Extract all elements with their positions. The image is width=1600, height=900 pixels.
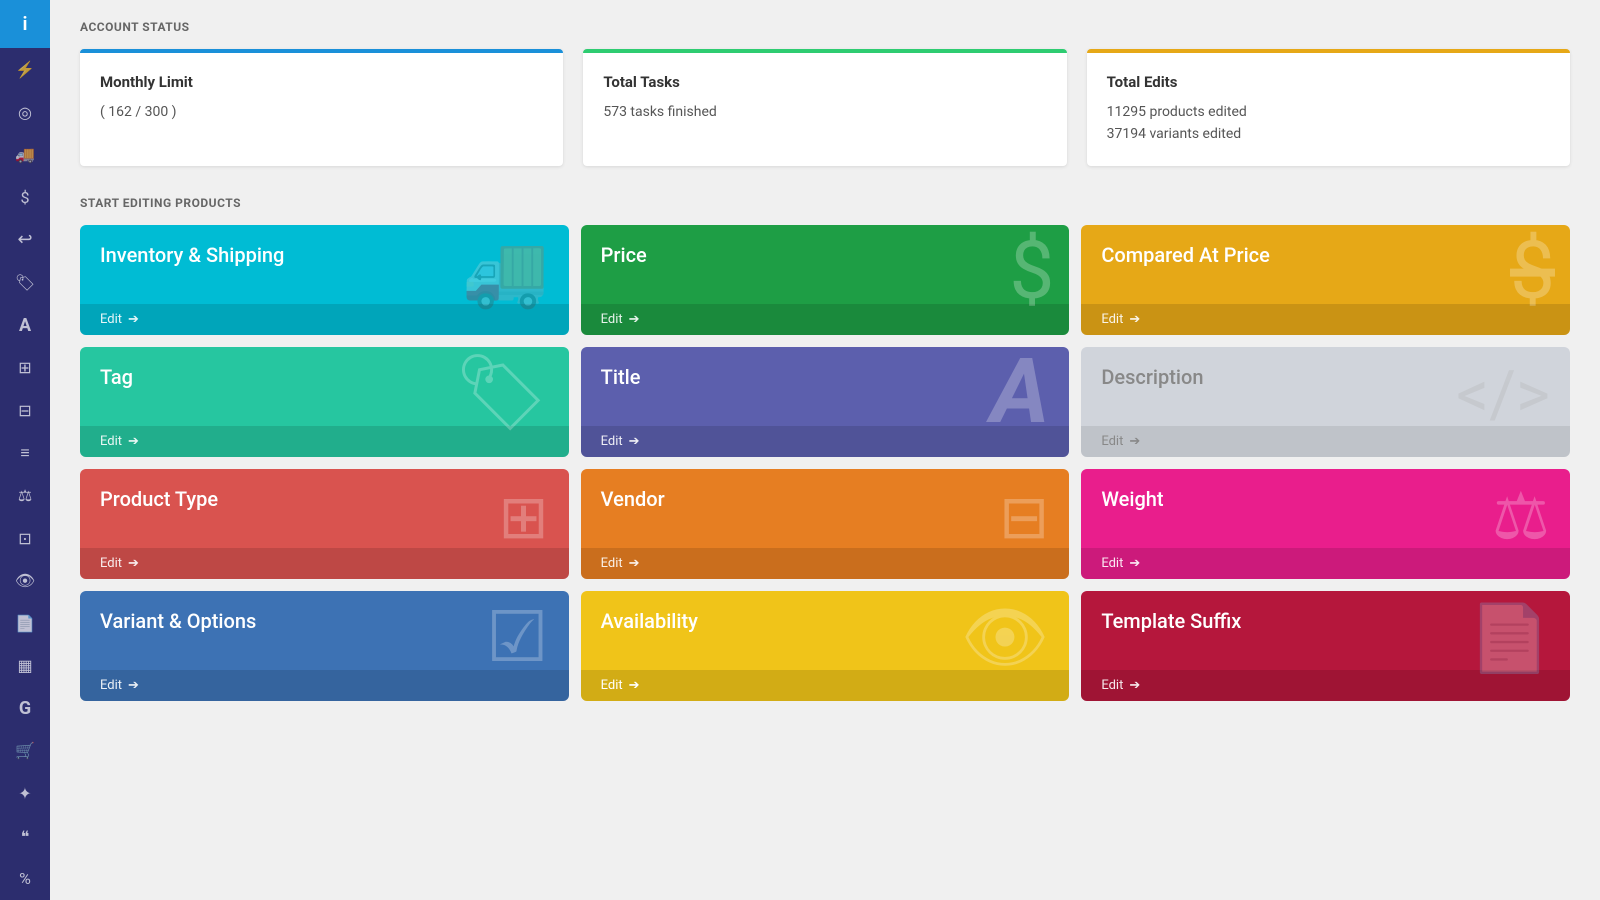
compared-price-footer[interactable]: Edit ➔ — [1081, 304, 1570, 335]
price-card[interactable]: Price $ Edit ➔ — [581, 225, 1070, 335]
price-icon: $ — [1009, 225, 1054, 318]
total-edits-line1: 11295 products edited — [1107, 101, 1550, 123]
sidebar-item-grid[interactable]: ⊞ — [0, 346, 50, 389]
total-edits-card: Total Edits 11295 products edited 37194 … — [1087, 49, 1570, 166]
variant-arrow: ➔ — [128, 678, 139, 693]
sidebar-item-sparkle[interactable]: ✦ — [0, 772, 50, 815]
editing-header: START EDITING PRODUCTS — [80, 196, 1570, 210]
description-card[interactable]: Description </> Edit ➔ — [1081, 347, 1570, 457]
sidebar: i ⚡ ◎ 🚚 $ ↩ 🏷 A ⊞ ⊟ ≡ ⚖ ⊡ 👁 📄 ▦ G 🛒 ✦ ❝ … — [0, 0, 50, 900]
sidebar-item-return[interactable]: ↩ — [0, 219, 50, 262]
total-edits-title: Total Edits — [1107, 73, 1550, 91]
compared-price-arrow: ➔ — [1129, 312, 1140, 327]
vendor-arrow: ➔ — [629, 556, 640, 571]
variant-title: Variant & Options — [100, 609, 549, 633]
status-cards: Monthly Limit ( 162 / 300 ) Total Tasks … — [80, 49, 1570, 166]
title-icon: A — [991, 347, 1050, 444]
monthly-limit-card: Monthly Limit ( 162 / 300 ) — [80, 49, 563, 166]
weight-arrow: ➔ — [1129, 556, 1140, 571]
sidebar-item-list[interactable]: ≡ — [0, 432, 50, 475]
price-arrow: ➔ — [629, 312, 640, 327]
tag-edit-label: Edit — [100, 434, 122, 449]
tag-title: Tag — [100, 365, 549, 389]
compared-price-title: Compared At Price — [1101, 243, 1550, 267]
tag-arrow: ➔ — [128, 434, 139, 449]
price-title: Price — [601, 243, 1050, 267]
availability-arrow: ➔ — [629, 678, 640, 693]
sidebar-item-dollar[interactable]: $ — [0, 176, 50, 219]
sidebar-item-cart[interactable]: 🛒 — [0, 730, 50, 773]
total-edits-line2: 37194 variants edited — [1107, 123, 1550, 145]
monthly-limit-title: Monthly Limit — [100, 73, 543, 91]
template-suffix-edit-label: Edit — [1101, 678, 1123, 693]
weight-card[interactable]: Weight ⚖ Edit ➔ — [1081, 469, 1570, 579]
sidebar-item-quote[interactable]: ❝ — [0, 815, 50, 858]
inventory-shipping-arrow: ➔ — [128, 312, 139, 327]
sidebar-item-flash[interactable]: ⚡ — [0, 48, 50, 91]
sidebar-item-barcode[interactable]: ▦ — [0, 644, 50, 687]
inventory-shipping-card[interactable]: Inventory & Shipping 🚚 Edit ➔ — [80, 225, 569, 335]
account-status-header: ACCOUNT STATUS — [80, 20, 1570, 34]
price-edit-label: Edit — [601, 312, 623, 327]
weight-edit-label: Edit — [1101, 556, 1123, 571]
description-edit-label: Edit — [1101, 434, 1123, 449]
product-type-footer[interactable]: Edit ➔ — [80, 548, 569, 579]
title-edit-label: Edit — [601, 434, 623, 449]
vendor-edit-label: Edit — [601, 556, 623, 571]
product-type-card[interactable]: Product Type ⊞ Edit ➔ — [80, 469, 569, 579]
sidebar-item-percent[interactable]: % — [0, 857, 50, 900]
title-arrow: ➔ — [629, 434, 640, 449]
monthly-limit-value: ( 162 / 300 ) — [100, 101, 543, 123]
tag-icon: 🏷 — [453, 349, 548, 437]
template-suffix-card[interactable]: Template Suffix 📄 Edit ➔ — [1081, 591, 1570, 701]
title-card-title: Title — [601, 365, 1050, 389]
sidebar-item-truck[interactable]: 🚚 — [0, 134, 50, 177]
sidebar-item-grid2[interactable]: ⊟ — [0, 389, 50, 432]
main-content: ACCOUNT STATUS Monthly Limit ( 162 / 300… — [50, 0, 1600, 900]
sidebar-item-info[interactable]: i — [0, 0, 50, 48]
variant-card[interactable]: Variant & Options ☑ Edit ➔ — [80, 591, 569, 701]
sidebar-item-scale[interactable]: ⚖ — [0, 474, 50, 517]
vendor-title: Vendor — [601, 487, 1050, 511]
availability-edit-label: Edit — [601, 678, 623, 693]
inventory-shipping-title: Inventory & Shipping — [100, 243, 549, 267]
product-type-edit-label: Edit — [100, 556, 122, 571]
sidebar-item-g[interactable]: G — [0, 687, 50, 730]
variant-edit-label: Edit — [100, 678, 122, 693]
total-tasks-title: Total Tasks — [603, 73, 1046, 91]
title-card[interactable]: Title A Edit ➔ — [581, 347, 1070, 457]
sidebar-item-file[interactable]: 📄 — [0, 602, 50, 645]
tag-card[interactable]: Tag 🏷 Edit ➔ — [80, 347, 569, 457]
compared-price-card[interactable]: Compared At Price $ Edit ➔ — [1081, 225, 1570, 335]
compared-price-edit-label: Edit — [1101, 312, 1123, 327]
product-grid: Inventory & Shipping 🚚 Edit ➔ Price $ Ed… — [80, 225, 1570, 701]
sidebar-item-target[interactable]: ◎ — [0, 91, 50, 134]
sidebar-item-tag[interactable]: 🏷 — [0, 261, 50, 304]
description-title: Description — [1101, 365, 1550, 389]
availability-card[interactable]: Availability 👁 Edit ➔ — [581, 591, 1070, 701]
description-arrow: ➔ — [1129, 434, 1140, 449]
price-footer[interactable]: Edit ➔ — [581, 304, 1070, 335]
template-suffix-title: Template Suffix — [1101, 609, 1550, 633]
product-type-arrow: ➔ — [128, 556, 139, 571]
sidebar-item-text[interactable]: A — [0, 304, 50, 347]
availability-title: Availability — [601, 609, 1050, 633]
compared-price-icon: $ — [1510, 225, 1555, 318]
sidebar-item-box[interactable]: ⊡ — [0, 517, 50, 560]
product-type-title: Product Type — [100, 487, 549, 511]
vendor-footer[interactable]: Edit ➔ — [581, 548, 1070, 579]
weight-title: Weight — [1101, 487, 1550, 511]
vendor-card[interactable]: Vendor ⊟ Edit ➔ — [581, 469, 1070, 579]
total-tasks-value: 573 tasks finished — [603, 101, 1046, 123]
inventory-shipping-edit-label: Edit — [100, 312, 122, 327]
sidebar-item-eye[interactable]: 👁 — [0, 559, 50, 602]
template-suffix-arrow: ➔ — [1129, 678, 1140, 693]
total-tasks-card: Total Tasks 573 tasks finished — [583, 49, 1066, 166]
